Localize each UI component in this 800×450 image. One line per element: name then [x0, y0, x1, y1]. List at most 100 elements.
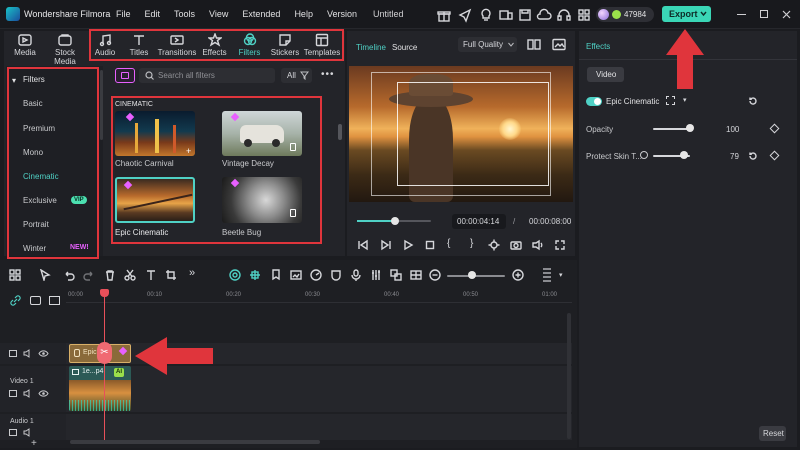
- sidebar-item-portrait[interactable]: Portrait: [23, 220, 49, 229]
- maximize-icon[interactable]: [760, 10, 768, 18]
- track-volume-icon[interactable]: [23, 349, 33, 358]
- tab-stock-media[interactable]: Stock Media: [43, 31, 87, 66]
- video-preview[interactable]: [349, 66, 573, 202]
- fullscreen-icon[interactable]: [554, 239, 566, 251]
- tab-media[interactable]: Media: [6, 31, 44, 61]
- link-icon[interactable]: [10, 295, 21, 306]
- track-height-icon[interactable]: [543, 268, 551, 282]
- timeline-ruler[interactable]: 00:00 00:10 00:20 00:30 00:40 00:50 01:0…: [66, 289, 572, 303]
- replace-clip-icon[interactable]: [390, 269, 402, 281]
- current-time-display[interactable]: 00:00:04:14: [452, 214, 506, 229]
- text-icon[interactable]: [145, 269, 157, 281]
- undo-icon[interactable]: [63, 269, 75, 281]
- marker-icon[interactable]: [270, 269, 282, 281]
- menu-help[interactable]: Help: [294, 9, 313, 19]
- video-clip[interactable]: 1e...p4 AI: [69, 366, 131, 411]
- filter-thumb-vintage-decay[interactable]: [222, 111, 302, 156]
- mark-out-icon[interactable]: }: [470, 238, 473, 249]
- quality-dropdown[interactable]: Full Quality: [458, 37, 517, 52]
- tab-effects[interactable]: Effects: [200, 31, 229, 61]
- send-icon[interactable]: [457, 7, 473, 23]
- tab-filters[interactable]: Filters: [235, 31, 264, 61]
- menu-view[interactable]: View: [209, 9, 228, 19]
- zoom-out-icon[interactable]: [429, 269, 441, 281]
- effect-chevron-down-icon[interactable]: ▾: [683, 96, 687, 104]
- reset-effect-icon[interactable]: [748, 96, 758, 106]
- tab-video[interactable]: Video: [587, 67, 624, 82]
- opacity-knob[interactable]: [686, 124, 694, 132]
- mask-icon[interactable]: [330, 269, 342, 281]
- sidebar-item-exclusive[interactable]: Exclusive: [23, 196, 57, 205]
- track-height-chevron-down-icon[interactable]: ▾: [559, 271, 563, 279]
- zoom-slider-knob[interactable]: [468, 271, 476, 279]
- track-folder-icon[interactable]: [9, 429, 17, 436]
- tab-templates[interactable]: Templates: [302, 31, 342, 61]
- menu-edit[interactable]: Edit: [145, 9, 161, 19]
- sidebar-item-cinematic[interactable]: Cinematic: [23, 172, 59, 181]
- download-icon[interactable]: [290, 209, 296, 217]
- render-settings-icon[interactable]: [488, 239, 500, 251]
- credits-pill[interactable]: 47984: [596, 7, 654, 22]
- timeline-v-scrollbar[interactable]: [567, 313, 571, 439]
- protect-skin-value[interactable]: 79: [730, 152, 739, 161]
- close-icon[interactable]: [782, 10, 791, 19]
- select-pointer-icon[interactable]: [39, 269, 51, 281]
- track-lane-audio-1[interactable]: [66, 414, 572, 440]
- sidebar-collapse-icon[interactable]: ▾: [12, 76, 16, 85]
- image-adjust-icon[interactable]: [290, 269, 302, 281]
- microphone-icon[interactable]: [350, 269, 362, 281]
- menu-file[interactable]: File: [116, 9, 131, 19]
- filter-thumb-epic-cinematic[interactable]: [115, 177, 195, 223]
- sidebar-scrollbar[interactable]: [100, 70, 103, 140]
- devices-icon[interactable]: [498, 7, 514, 23]
- sidebar-item-basic[interactable]: Basic: [23, 99, 43, 108]
- opacity-value[interactable]: 100: [726, 125, 739, 134]
- stop-icon[interactable]: [424, 239, 436, 251]
- opacity-slider[interactable]: [653, 128, 690, 130]
- save-icon[interactable]: [517, 7, 533, 23]
- volume-icon[interactable]: [532, 239, 544, 251]
- filter-thumb-beetle-bug[interactable]: [222, 177, 302, 223]
- info-icon[interactable]: [640, 151, 648, 159]
- playhead-handle[interactable]: [100, 289, 109, 297]
- split-scissors-icon[interactable]: ✂: [97, 342, 112, 364]
- tab-source[interactable]: Source: [392, 43, 417, 52]
- mark-in-icon[interactable]: {: [447, 238, 450, 249]
- headset-icon[interactable]: [556, 7, 572, 23]
- scissors-icon[interactable]: [124, 269, 136, 281]
- audio-mixer-icon[interactable]: [370, 269, 382, 281]
- more-options-icon[interactable]: •••: [321, 69, 335, 80]
- menu-extended[interactable]: Extended: [242, 9, 280, 19]
- effect-preset-icon[interactable]: [666, 96, 675, 105]
- sidebar-item-premium[interactable]: Premium: [23, 124, 55, 133]
- sidebar-header[interactable]: Filters: [23, 75, 45, 84]
- menu-tools[interactable]: Tools: [174, 9, 195, 19]
- filter-dropdown[interactable]: All: [281, 68, 312, 83]
- track-folder-icon[interactable]: [9, 350, 17, 357]
- protect-skin-knob[interactable]: [680, 151, 688, 159]
- sidebar-item-winter[interactable]: Winter: [23, 244, 46, 253]
- tab-transitions[interactable]: Transitions: [157, 31, 197, 61]
- add-track-icon[interactable]: [30, 296, 41, 305]
- tab-timeline[interactable]: Timeline: [356, 43, 386, 52]
- speed-icon[interactable]: [310, 269, 322, 281]
- menu-version[interactable]: Version: [327, 9, 357, 19]
- ripple-mode-icon[interactable]: [229, 269, 241, 281]
- track-volume-icon[interactable]: [23, 428, 33, 437]
- zoom-slider[interactable]: [447, 275, 505, 277]
- add-icon[interactable]: +: [186, 146, 191, 156]
- tab-stickers[interactable]: Stickers: [269, 31, 301, 61]
- redo-icon[interactable]: [83, 269, 95, 281]
- grid-apps-icon[interactable]: [576, 7, 592, 23]
- track-eye-icon[interactable]: [38, 389, 49, 398]
- gift-icon[interactable]: [436, 7, 452, 23]
- timeline-h-scrollbar[interactable]: [70, 440, 320, 444]
- track-volume-icon[interactable]: [23, 389, 33, 398]
- sidebar-item-mono[interactable]: Mono: [23, 148, 43, 157]
- grid-scrollbar[interactable]: [338, 124, 342, 140]
- reset-button[interactable]: Reset: [759, 426, 786, 441]
- zoom-in-icon[interactable]: [512, 269, 524, 281]
- filter-thumb-chaotic-carnival[interactable]: +: [115, 111, 195, 156]
- cloud-icon[interactable]: [536, 7, 552, 23]
- delete-icon[interactable]: [104, 269, 116, 281]
